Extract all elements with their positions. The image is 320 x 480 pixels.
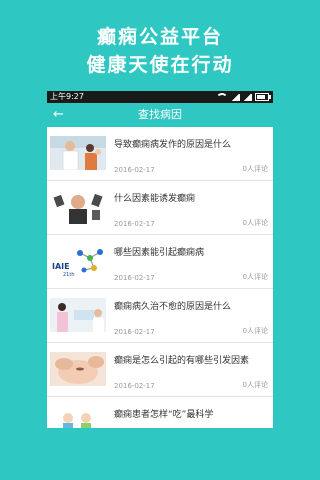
article-title: 癫痫是怎么引起的有哪些引发因素 — [114, 356, 250, 366]
article-date: 2016-02-17 — [114, 382, 155, 390]
signal-icon — [231, 93, 240, 101]
article-list: 导致癫痫病发作的原因是什么 2016-02-17 0人评论 什么因素能诱发癫痫 … — [47, 127, 273, 428]
promo-subheadline: 健康天使在行动 — [86, 54, 234, 76]
molecule-logo-thumbnail: IAIE 21th — [50, 244, 106, 278]
battery-icon — [255, 93, 271, 101]
article-title: 癫痫病久治不愈的原因是什么 — [114, 302, 232, 312]
list-item[interactable]: 癫痫是怎么引起的有哪些引发因素 2016-02-17 0人评论 — [47, 343, 273, 397]
article-title: 导致癫痫病发作的原因是什么 — [114, 140, 232, 150]
phone-screen: 上午9:27 ← 查找病因 导致癫痫病发作的原因是什么 2016-02-17 0… — [47, 91, 273, 428]
list-item[interactable]: IAIE 21th 哪些因素能引起癫痫病 2016-02-17 0人评论 — [47, 235, 273, 289]
title-bar: ← 查找病因 — [47, 103, 273, 127]
article-title: 癫痫患者怎样“吃”最科学 — [114, 410, 214, 420]
doctor-patient-thumbnail — [50, 136, 106, 170]
list-item[interactable]: 癫痫患者怎样“吃”最科学 — [47, 397, 273, 428]
wifi-icon — [216, 93, 228, 101]
list-item[interactable]: 癫痫病久治不愈的原因是什么 2016-02-17 0人评论 — [47, 289, 273, 343]
promo-headline: 癫痫公益平台 — [96, 26, 223, 48]
comment-count: 0人评论 — [242, 219, 268, 227]
man-with-bottles-thumbnail — [50, 190, 106, 224]
status-bar: 上午9:27 — [47, 91, 273, 103]
thumb-logo-subtext: 21th — [63, 272, 75, 278]
page-title: 查找病因 — [138, 108, 182, 121]
woman-face-thumbnail — [50, 352, 106, 386]
article-title: 哪些因素能引起癫痫病 — [114, 248, 205, 258]
thumb-logo-text: IAIE — [52, 262, 70, 271]
comment-count: 0人评论 — [242, 381, 268, 389]
comment-count: 0人评论 — [242, 165, 268, 173]
article-date: 2016-02-17 — [114, 220, 155, 228]
article-title: 什么因素能诱发癫痫 — [114, 194, 196, 204]
nurses-thumbnail — [50, 298, 106, 332]
list-item[interactable]: 导致癫痫病发作的原因是什么 2016-02-17 0人评论 — [47, 127, 273, 181]
status-time: 上午9:27 — [50, 92, 84, 101]
comment-count: 0人评论 — [242, 273, 268, 281]
article-date: 2016-02-17 — [114, 274, 155, 282]
article-date: 2016-02-17 — [114, 166, 155, 174]
status-icons — [216, 91, 271, 103]
list-item[interactable]: 什么因素能诱发癫痫 2016-02-17 0人评论 — [47, 181, 273, 235]
signal-icon-2 — [243, 93, 252, 101]
article-date: 2016-02-17 — [114, 328, 155, 336]
comment-count: 0人评论 — [242, 327, 268, 335]
cartoon-figures-thumbnail — [50, 406, 106, 428]
